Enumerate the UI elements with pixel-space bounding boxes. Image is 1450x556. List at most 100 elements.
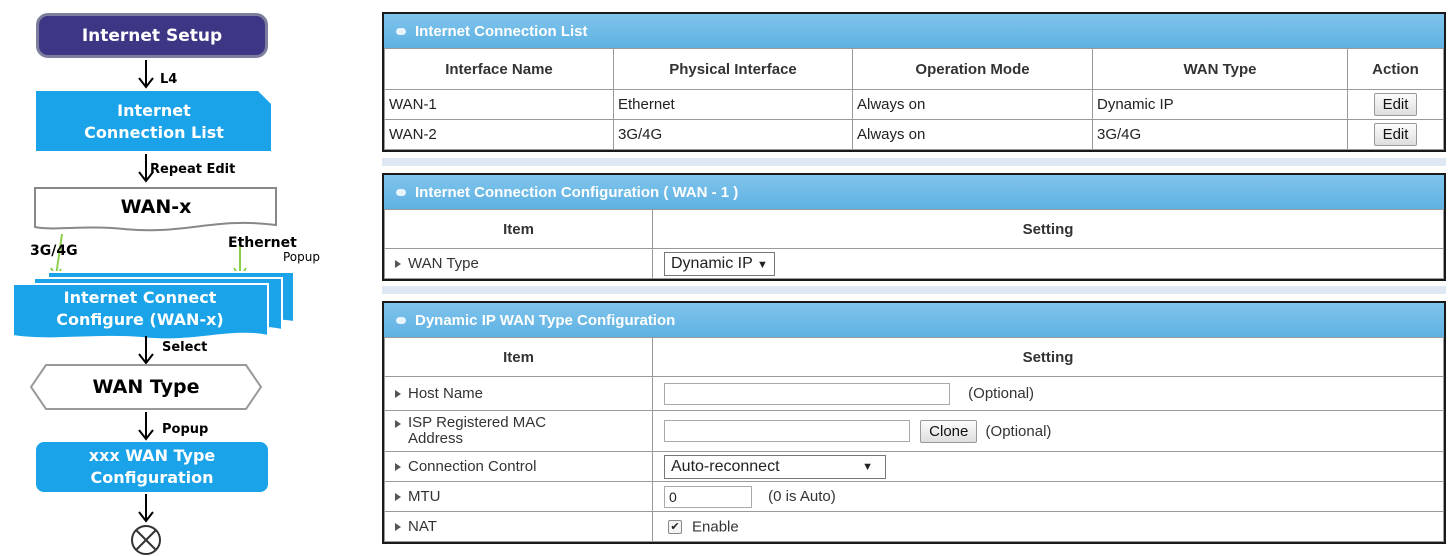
panel-bullet-icon xyxy=(396,27,406,35)
flow-node-wan-x: WAN-x xyxy=(34,187,278,227)
column-header: WAN Type xyxy=(1092,48,1348,90)
cell-action: Edit xyxy=(1347,119,1444,150)
mac-address-item: ISP Registered MAC Address xyxy=(384,410,653,452)
connection-list-table: Interface Name Physical Interface Operat… xyxy=(384,48,1444,150)
flow-node-wan-x-label: WAN-x xyxy=(120,196,192,218)
flow-label-popup: Popup xyxy=(283,250,320,264)
clone-button[interactable]: Clone xyxy=(920,419,978,443)
flow-arrow-down-icon xyxy=(138,494,154,523)
table-row: Connection Control Auto-reconnect ▼ xyxy=(384,451,1444,482)
flow-node-configure: Internet Connect Configure (WAN-x) xyxy=(12,284,268,334)
panel-bullet-icon xyxy=(396,316,406,324)
bullet-triangle-icon xyxy=(395,420,401,428)
flow-label-l4: L4 xyxy=(160,72,178,87)
dynamic-ip-title: Dynamic IP WAN Type Configuration xyxy=(415,311,676,329)
table-row: WAN-1 Ethernet Always on Dynamic IP Edit xyxy=(384,89,1444,120)
column-header-item: Item xyxy=(384,337,653,377)
flow-label-repeat-edit: Repeat Edit xyxy=(150,162,236,177)
connection-control-selected: Auto-reconnect xyxy=(671,457,780,475)
table-header-row: Item Setting xyxy=(384,209,1444,249)
host-name-setting: (Optional) xyxy=(652,376,1444,411)
flow-arrow-down-icon xyxy=(138,60,154,89)
mac-address-optional: (Optional) xyxy=(985,422,1052,440)
flow-node-type-config-label: xxx WAN Type Configuration xyxy=(88,446,216,487)
wan-type-item: WAN Type xyxy=(384,248,653,279)
edit-wan-1-button[interactable]: Edit xyxy=(1373,93,1418,116)
column-header-item: Item xyxy=(384,209,653,249)
connection-config-panel: Internet Connection Configuration ( WAN … xyxy=(382,173,1446,281)
table-row: WAN Type Dynamic IP ▼ xyxy=(384,248,1444,279)
mac-address-label: ISP Registered MAC Address xyxy=(408,414,547,447)
panel-separator xyxy=(382,158,1446,166)
flow-node-configure-label: Internet Connect Configure (WAN-x) xyxy=(56,288,224,329)
cell-interface-name: WAN-1 xyxy=(384,89,614,120)
bullet-triangle-icon xyxy=(395,260,401,269)
dropdown-arrow-icon: ▼ xyxy=(862,460,873,473)
wan-type-select[interactable]: Dynamic IP ▼ xyxy=(664,251,775,276)
mtu-label: MTU xyxy=(408,488,441,505)
flow-node-type-config: xxx WAN Type Configuration xyxy=(36,442,268,492)
table-row: NAT ✔ Enable xyxy=(384,511,1444,542)
edit-wan-2-button[interactable]: Edit xyxy=(1373,123,1418,146)
host-name-label: Host Name xyxy=(408,385,484,402)
table-header-row: Interface Name Physical Interface Operat… xyxy=(384,48,1444,90)
column-header-setting: Setting xyxy=(652,209,1444,249)
flow-label-3g4g: 3G/4G xyxy=(30,243,78,259)
connection-config-title: Internet Connection Configuration ( WAN … xyxy=(415,183,739,201)
flow-node-internet-setup: Internet Setup xyxy=(36,13,268,58)
flow-label-select: Select xyxy=(162,340,208,355)
column-header: Interface Name xyxy=(384,48,614,90)
wan-type-selected: Dynamic IP xyxy=(671,254,753,272)
mac-address-input[interactable] xyxy=(664,420,910,442)
table-row: ISP Registered MAC Address Clone (Option… xyxy=(384,410,1444,452)
mtu-setting: 0 (0 is Auto) xyxy=(652,481,1444,512)
dynamic-ip-table: Item Setting Host Name (Optional) ISP Re… xyxy=(384,337,1444,542)
flow-node-wan-type: WAN Type xyxy=(30,364,262,410)
nat-enable-label: Enable xyxy=(692,518,739,536)
cell-physical-interface: Ethernet xyxy=(613,89,853,120)
column-header: Physical Interface xyxy=(613,48,853,90)
cell-wan-type: Dynamic IP xyxy=(1092,89,1348,120)
cell-operation-mode: Always on xyxy=(852,89,1093,120)
connection-control-setting: Auto-reconnect ▼ xyxy=(652,451,1444,482)
connection-list-panel: Internet Connection List Interface Name … xyxy=(382,12,1446,152)
connection-list-title: Internet Connection List xyxy=(415,22,588,40)
cell-operation-mode: Always on xyxy=(852,119,1093,150)
flow-arrow-down-icon xyxy=(138,412,154,441)
nat-item: NAT xyxy=(384,511,653,542)
bullet-triangle-icon xyxy=(395,523,401,532)
mtu-hint: (0 is Auto) xyxy=(768,488,836,505)
checkmark-icon: ✔ xyxy=(670,520,680,533)
nat-enable-checkbox[interactable]: ✔ xyxy=(668,519,682,534)
table-row: WAN-2 3G/4G Always on 3G/4G Edit xyxy=(384,119,1444,150)
connection-config-header: Internet Connection Configuration ( WAN … xyxy=(384,175,1444,209)
connection-control-select[interactable]: Auto-reconnect ▼ xyxy=(664,454,886,479)
cell-physical-interface: 3G/4G xyxy=(613,119,853,150)
cell-action: Edit xyxy=(1347,89,1444,120)
dropdown-arrow-icon: ▼ xyxy=(756,258,768,271)
flow-diagram: Internet Setup L4 Internet Connection Li… xyxy=(0,0,360,556)
table-header-row: Item Setting xyxy=(384,337,1444,377)
flow-node-connection-list-label: Internet Connection List xyxy=(84,100,224,142)
wan-type-label: WAN Type xyxy=(408,255,479,272)
nat-label: NAT xyxy=(408,518,437,535)
connection-control-item: Connection Control xyxy=(384,451,653,482)
flow-arrow-down-icon xyxy=(138,336,154,365)
table-row: Host Name (Optional) xyxy=(384,376,1444,411)
column-header: Action xyxy=(1347,48,1444,90)
mac-address-setting: Clone (Optional) xyxy=(652,410,1444,452)
panel-bullet-icon xyxy=(396,188,406,196)
dynamic-ip-panel: Dynamic IP WAN Type Configuration Item S… xyxy=(382,301,1446,544)
flow-label-ethernet: Ethernet xyxy=(228,235,297,251)
cell-interface-name: WAN-2 xyxy=(384,119,614,150)
mtu-input[interactable]: 0 xyxy=(664,485,752,508)
host-name-optional: (Optional) xyxy=(968,385,1035,402)
bullet-triangle-icon xyxy=(395,463,401,472)
host-name-item: Host Name xyxy=(384,376,653,411)
bullet-triangle-icon xyxy=(395,390,401,399)
host-name-input[interactable] xyxy=(664,382,950,405)
connection-control-label: Connection Control xyxy=(408,458,537,475)
flow-label-popup-2: Popup xyxy=(162,422,209,437)
column-header-setting: Setting xyxy=(652,337,1444,377)
wan-type-setting: Dynamic IP ▼ xyxy=(652,248,1444,279)
